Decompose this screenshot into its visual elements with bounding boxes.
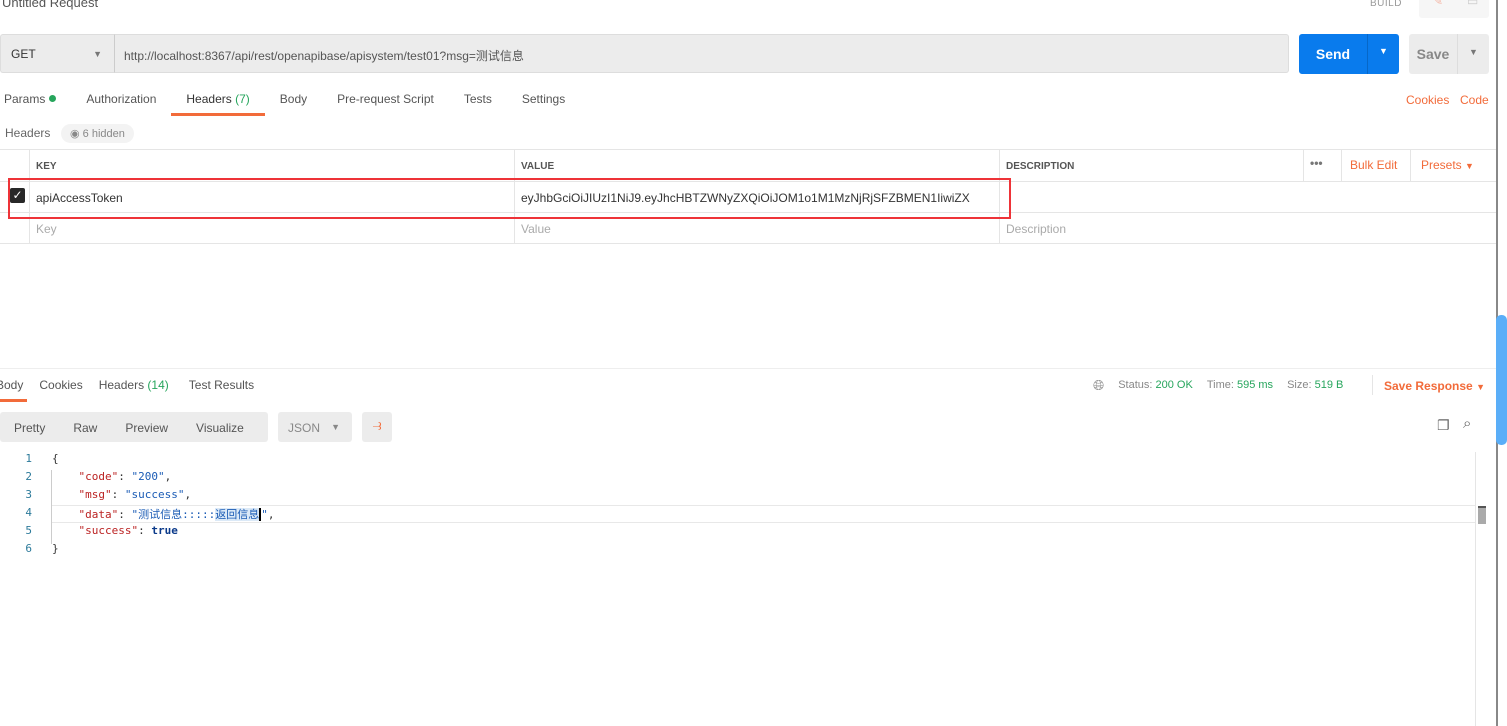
highlight-annotation — [8, 178, 1011, 219]
size-value: 519 B — [1314, 379, 1344, 391]
search-icon[interactable]: ⌕ — [1463, 415, 1471, 432]
divider — [0, 368, 1496, 369]
hidden-headers-toggle[interactable]: ◉ 6 hidden — [61, 124, 134, 143]
tab-settings[interactable]: Settings — [522, 92, 565, 116]
save-response-dropdown[interactable]: Save Response ▼ — [1372, 375, 1485, 395]
col-value: VALUE — [514, 150, 554, 181]
method-value: GET — [11, 47, 36, 61]
col-description: DESCRIPTION — [999, 150, 1074, 181]
tab-response-body[interactable]: Body — [0, 378, 28, 402]
view-pretty[interactable]: Pretty — [0, 412, 59, 442]
request-tabs: Params Authorization Headers (7) Body Pr… — [4, 92, 595, 116]
save-button[interactable]: Save ▼ — [1409, 34, 1489, 74]
bulk-edit-link[interactable]: Bulk Edit — [1341, 150, 1405, 181]
tab-response-cookies[interactable]: Cookies — [39, 378, 82, 402]
response-tabs: Body Cookies Headers (14) Test Results — [0, 378, 270, 402]
view-raw[interactable]: Raw — [59, 412, 111, 442]
request-title: Untitled Request — [2, 0, 99, 10]
copy-icon[interactable]: ❐ — [1437, 417, 1450, 434]
globe-icon[interactable]: 🌐︎ — [1093, 377, 1104, 394]
response-status: 🌐︎ Status: 200 OK Time: 595 ms Size: 519… — [1093, 377, 1344, 394]
mode-toggle[interactable]: ✎ ▭ — [1419, 0, 1489, 18]
wrap-lines-icon[interactable]: ⥽ — [362, 412, 392, 442]
chevron-down-icon: ▼ — [331, 422, 340, 432]
eye-icon: ◉ — [70, 128, 80, 140]
view-visualize[interactable]: Visualize — [182, 412, 258, 442]
more-icon[interactable]: ••• — [1303, 150, 1339, 181]
params-dot-icon — [49, 95, 57, 102]
comment-icon[interactable]: ▭ — [1467, 0, 1478, 8]
editor-scrollbar-thumb[interactable] — [1478, 506, 1486, 524]
window-scrollbar-thumb[interactable] — [1496, 315, 1507, 445]
time-value: 595 ms — [1236, 379, 1274, 391]
method-select[interactable]: GET ▼ — [0, 34, 115, 73]
tab-headers[interactable]: Headers (7) — [171, 92, 266, 116]
send-label: Send — [1315, 46, 1351, 62]
chevron-down-icon: ▼ — [93, 49, 102, 59]
response-body-editor[interactable]: 1{ 2 "code": "200", 3 "msg": "success", … — [0, 452, 1470, 560]
tab-params[interactable]: Params — [4, 92, 57, 116]
presets-dropdown[interactable]: Presets ▼ — [1410, 150, 1484, 181]
view-preview[interactable]: Preview — [111, 412, 182, 442]
cookies-link[interactable]: Cookies — [1406, 93, 1449, 107]
tab-response-headers[interactable]: Headers (14) — [99, 378, 169, 402]
build-label: BUILD — [1370, 0, 1402, 9]
code-link[interactable]: Code — [1460, 93, 1489, 107]
tab-test-results[interactable]: Test Results — [189, 378, 254, 402]
editor-scrollbar-track — [1475, 452, 1476, 726]
headers-label: Headers — [5, 126, 51, 140]
tab-authorization[interactable]: Authorization — [86, 92, 156, 116]
tab-pre-request-script[interactable]: Pre-request Script — [337, 92, 434, 116]
col-key: KEY — [29, 150, 57, 181]
save-label: Save — [1416, 46, 1450, 62]
save-dropdown-icon[interactable]: ▼ — [1457, 34, 1489, 74]
send-dropdown-icon[interactable]: ▼ — [1367, 34, 1399, 74]
headers-table: KEY VALUE DESCRIPTION ••• Bulk Edit Pres… — [0, 149, 1496, 244]
url-input[interactable]: http://localhost:8367/api/rest/openapiba… — [115, 34, 1289, 73]
send-button[interactable]: Send ▼ — [1299, 34, 1399, 74]
format-select[interactable]: JSON ▼ — [278, 412, 352, 442]
pencil-icon[interactable]: ✎ — [1433, 0, 1443, 8]
tab-tests[interactable]: Tests — [464, 92, 492, 116]
view-mode-tabs: Pretty Raw Preview Visualize — [0, 412, 268, 442]
tab-body[interactable]: Body — [280, 92, 307, 116]
status-value: 200 OK — [1155, 379, 1193, 391]
